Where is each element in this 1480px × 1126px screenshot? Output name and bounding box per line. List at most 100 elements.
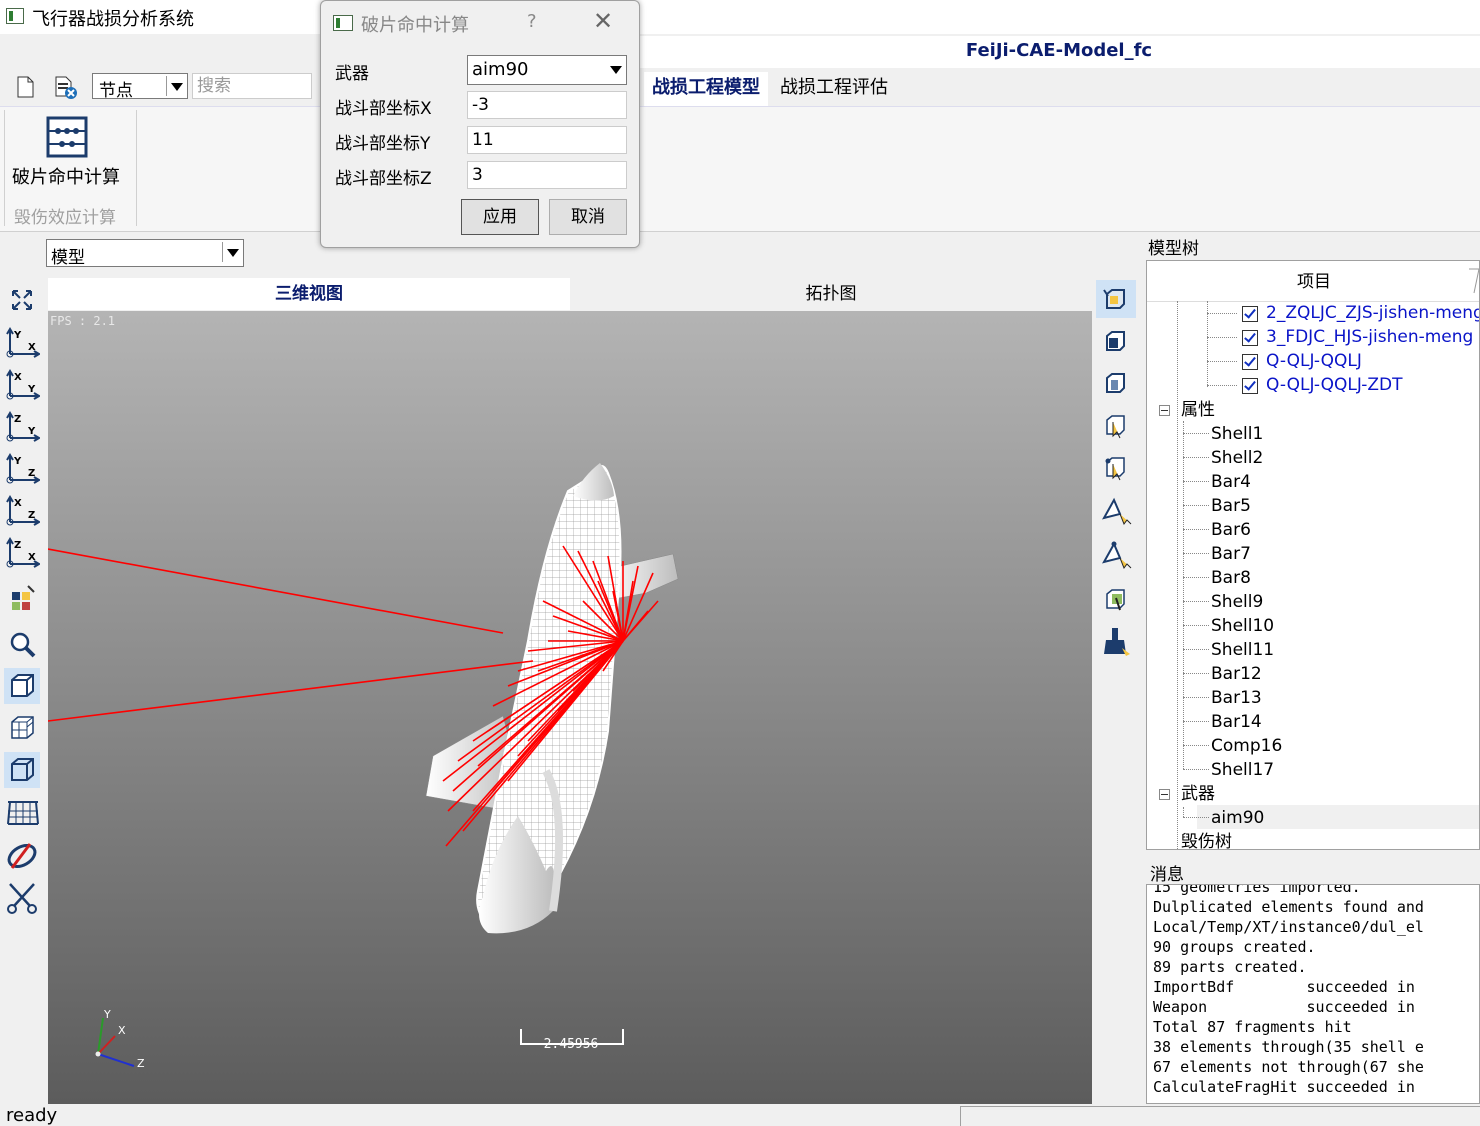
message-line: Dulplicated elements found and [1153,898,1424,916]
zoom-icon[interactable] [4,626,40,662]
pick-region-icon[interactable] [1096,580,1136,618]
node-select[interactable]: 节点 [92,73,188,101]
pick-edge-icon[interactable] [1096,536,1136,574]
warhead-x-label: 战斗部坐标X [335,99,432,119]
palette-icon[interactable] [4,582,40,618]
tree-property-item[interactable]: Shell17 [1211,758,1274,782]
scissors-icon[interactable] [4,880,40,916]
view-zx-icon[interactable]: ZX [4,534,41,570]
select-node-icon[interactable] [1096,448,1136,486]
close-file-icon[interactable] [52,74,78,100]
solid-view-icon[interactable] [4,668,40,704]
select-element-icon[interactable] [1096,406,1136,444]
svg-text:Z: Z [28,510,35,521]
view-yx-icon[interactable]: XY [4,366,41,402]
select-body-icon[interactable] [1096,322,1136,360]
checkbox-checked-icon[interactable] [1242,330,1258,346]
project-title: FeiJi-CAE-Model_fc [638,36,1480,68]
node-select-value: 节点 [99,81,133,101]
tree-property-item[interactable]: Comp16 [1211,734,1282,758]
tree-property-item[interactable]: Bar4 [1211,470,1251,494]
fragment-hit-dialog: 破片命中计算 ? ✕ 武器 aim90 战斗部坐标X 战斗部坐标Y 战斗部坐标Z… [320,0,640,248]
mesh-view-icon[interactable] [4,710,40,746]
svg-text:Z: Z [28,468,35,479]
checkbox-checked-icon[interactable] [1242,354,1258,370]
close-icon[interactable]: ✕ [593,7,613,35]
warhead-z-label: 战斗部坐标Z [335,169,432,189]
warhead-y-field[interactable] [467,126,627,154]
tree-group-item[interactable]: 2_ZQLJC_ZJS-jishen-meng [1242,301,1479,325]
model-tree[interactable]: 项目 2_ZQLJC_ZJS-jishen-meng 3_FDJC_HJS-ji… [1146,260,1480,850]
model-select-value: 模型 [51,248,85,268]
axis-z-label: Z [137,1057,145,1070]
new-file-icon[interactable] [12,74,38,100]
messages-title: 消息 [1150,865,1184,885]
tree-property-item[interactable]: Bar8 [1211,566,1251,590]
select-model-icon[interactable] [1096,280,1136,318]
tree-property-item[interactable]: Bar7 [1211,542,1251,566]
tab-damage-model[interactable]: 战损工程模型 [644,72,768,106]
clip-plane-icon[interactable] [4,838,40,874]
weapon-select[interactable]: aim90 [467,55,627,85]
tree-node-damage-tree[interactable]: 毁伤树 [1181,830,1232,849]
select-face-icon[interactable] [1096,364,1136,402]
tree-property-item[interactable]: Shell10 [1211,614,1274,638]
app-icon [333,15,353,31]
checkbox-checked-icon[interactable] [1242,378,1258,394]
scale-value: 2.45956 [543,1037,599,1052]
warhead-z-field[interactable] [467,161,627,189]
message-line: Total 87 fragments hit [1153,1018,1352,1036]
ribbon-panel [0,106,1480,232]
tree-property-item[interactable]: Bar6 [1211,518,1251,542]
grid-plane-icon[interactable] [4,796,40,832]
axis-y-label: Y [104,1008,111,1021]
chevron-down-icon [171,83,183,91]
tab-damage-eval[interactable]: 战损工程评估 [772,72,896,106]
view-zy-icon[interactable]: ZY [4,408,41,444]
tree-property-item[interactable]: Bar13 [1211,686,1262,710]
tree-node-properties[interactable]: 属性 [1181,398,1215,422]
tree-property-item[interactable]: Shell2 [1211,446,1263,470]
fit-view-icon[interactable] [4,282,40,318]
pick-point-icon[interactable] [1096,492,1136,530]
ribbon-divider [136,110,137,226]
axis-x-label: X [118,1024,126,1037]
tree-property-item[interactable]: Bar5 [1211,494,1251,518]
apply-button[interactable]: 应用 [461,199,539,235]
tree-group-item[interactable]: Q-QLJ-QQLJ-ZDT [1242,373,1403,397]
tree-property-item[interactable]: Bar12 [1211,662,1262,686]
model-select[interactable]: 模型 [46,239,244,268]
message-line: 90 groups created. [1153,938,1316,956]
cancel-button[interactable]: 取消 [549,199,627,235]
view-xz-icon[interactable]: XZ [4,492,41,528]
view-xy-icon[interactable]: YX [4,324,41,360]
tree-group-item[interactable]: 3_FDJC_HJS-jishen-meng [1242,325,1473,349]
tree-property-item[interactable]: Shell11 [1211,638,1274,662]
tree-column-header[interactable]: 项目 [1147,261,1479,302]
tree-property-item[interactable]: Bar14 [1211,710,1262,734]
app-title: 飞行器战损分析系统 [32,9,194,30]
view-yz-icon[interactable]: YZ [4,450,41,486]
ribbon-divider [4,110,5,226]
tree-node-weapons[interactable]: 武器 [1181,782,1215,806]
clear-selection-icon[interactable] [1096,624,1136,662]
help-icon[interactable]: ? [527,11,537,32]
tree-property-item[interactable]: Shell1 [1211,422,1263,446]
collapse-icon[interactable] [1159,405,1170,416]
search-input[interactable] [192,73,312,99]
wireframe-view-icon[interactable] [4,752,40,788]
warhead-y-label: 战斗部坐标Y [335,134,431,154]
tree-weapon-item[interactable]: aim90 [1211,806,1264,830]
abacus-icon [46,116,88,163]
status-text: ready [6,1105,58,1126]
collapse-icon[interactable] [1159,789,1170,800]
checkbox-checked-icon[interactable] [1242,306,1258,322]
tab-topology[interactable]: 拓扑图 [570,278,1092,310]
messages-panel[interactable]: 15 geometries imported. Dulplicated elem… [1146,884,1480,1104]
tree-group-item[interactable]: Q-QLJ-QQLJ [1242,349,1362,373]
tree-property-item[interactable]: Shell9 [1211,590,1263,614]
3d-viewport[interactable]: FPS : 2.1 Y X Z 2.45956 [48,311,1092,1104]
tab-3d-view[interactable]: 三维视图 [48,278,570,310]
warhead-x-field[interactable] [467,91,627,119]
app-icon [6,8,24,24]
